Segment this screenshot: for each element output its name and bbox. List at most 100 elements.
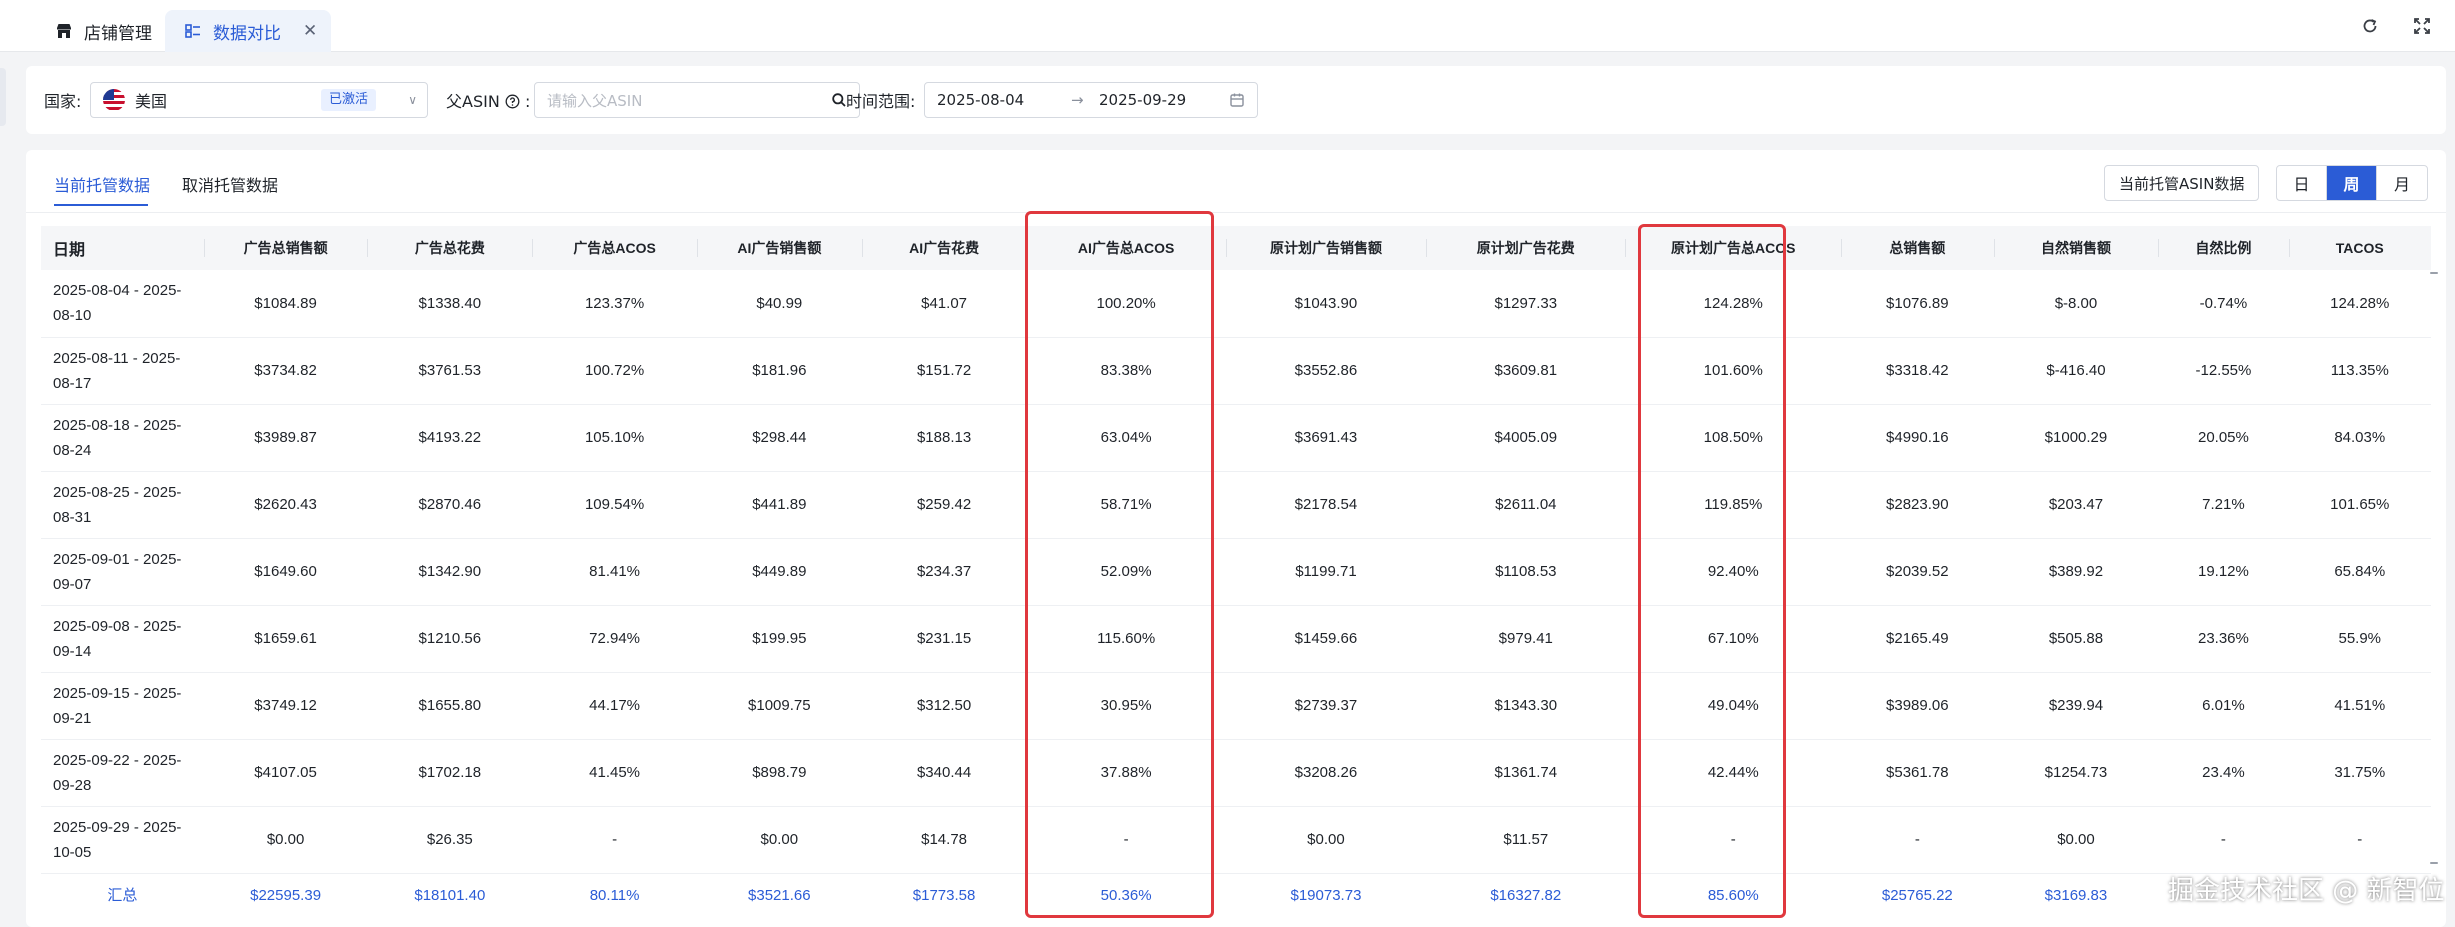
summary-cell: $1773.58 [912,886,976,904]
refresh-icon[interactable] [2358,14,2382,38]
table-row: 2025-08-04 - 2025- 08-10 $1084.89 $1338.40 1… [41,270,2431,338]
country-select[interactable]: 美国 已激活 ∨ [90,82,428,118]
table-cell: $0.00 [1993,806,2159,874]
table-cell: $1361.74 [1426,739,1626,807]
tab-data-compare[interactable]: 数据对比 ✕ [165,10,332,52]
table-cell: $312.50 [861,672,1027,740]
table-cell: $1459.66 [1225,605,1427,673]
date-cell: 2025-09-29 - 2025- 10-05 [41,806,204,874]
table-cell: $1084.89 [203,270,368,338]
date-cell: 2025-08-18 - 2025- 08-24 [41,404,204,472]
table-cell: $2178.54 [1225,471,1427,539]
table-cell: 124.28% [2288,270,2431,338]
table-cell: $3552.86 [1225,337,1427,405]
date-line: 2025-09-01 - 2025- [53,550,182,568]
asin-search-field[interactable]: 请输入父ASIN [534,82,860,118]
table-cell: 84.03% [2288,404,2431,472]
column-header: 自然销售额 [1993,226,2159,270]
status-badge: 已激活 [321,89,377,111]
table-cell: 109.54% [532,471,697,539]
tab-store-management[interactable]: 店铺管理 [36,10,170,52]
table-cell: $14.78 [861,806,1027,874]
table-cell: $298.44 [696,404,862,472]
time-range-label: 时间范围: [846,92,916,111]
table-cell: 23.4% [2158,739,2289,807]
column-header: 原计划广告花费 [1426,226,1626,270]
asin-input[interactable]: 请输入父ASIN [547,90,642,111]
period-day-button[interactable]: 日 [2277,166,2327,200]
calendar-icon [1230,93,1244,107]
table-cell: $3208.26 [1225,739,1427,807]
store-icon [54,21,74,41]
table-cell: $3691.43 [1225,404,1427,472]
table-cell: 100.72% [532,337,697,405]
period-month-button[interactable]: 月 [2377,166,2427,200]
date-line: 08-17 [53,374,92,392]
table-cell: 19.12% [2158,538,2289,606]
fullscreen-icon[interactable] [2410,14,2434,38]
date-end[interactable]: 2025-09-29 [1099,91,1186,109]
tab-bar: 店铺管理 数据对比 ✕ [0,0,2455,52]
summary-cell: $3521.66 [748,886,811,904]
table-row: 2025-09-08 - 2025- 09-14 $1659.61 $1210.56 7… [41,605,2431,673]
table-cell: $4005.09 [1426,404,1626,472]
column-header: AI广告花费 [861,226,1027,270]
highlight-plan-acos-column [1638,224,1786,918]
country-value: 美国 [135,92,168,111]
filter-bar: 国家: 美国 已激活 ∨ 父ASIN : 请输入父ASIN 时间范围: 2025… [26,66,2446,134]
scrollbar-up[interactable] [2430,272,2438,274]
table-cell: $-416.40 [1993,337,2159,405]
date-line: 09-07 [53,575,92,593]
country-label: 国家: [44,92,82,111]
table-cell: $231.15 [861,605,1027,673]
close-icon[interactable]: ✕ [303,21,317,41]
table-cell: $0.00 [203,806,368,874]
table-cell: $1649.60 [203,538,368,606]
summary-row: 汇总 $22595.39 $18101.40 80.11% $3521.66 $1773.… [41,873,2431,917]
table-cell: 105.10% [532,404,697,472]
date-line: 08-10 [53,307,92,325]
table-cell: $979.41 [1426,605,1626,673]
date-range-picker[interactable]: 2025-08-04 → 2025-09-29 [924,82,1258,118]
tab-current-hosted[interactable]: 当前托管数据 [54,172,150,196]
date-cell: 2025-08-25 - 2025- 08-31 [41,471,204,539]
date-cell: 2025-08-04 - 2025- 08-10 [41,270,204,338]
period-toggle: 日 周 月 [2276,165,2428,201]
chevron-down-icon: ∨ [408,93,417,107]
help-icon[interactable] [505,94,520,109]
tab-cancelled-hosted[interactable]: 取消托管数据 [182,172,278,196]
date-line: 09-28 [53,776,92,794]
table-cell: $40.99 [696,270,862,338]
table-cell: $2823.90 [1841,471,1994,539]
table-cell: $1076.89 [1841,270,1994,338]
table-row: 2025-08-11 - 2025- 08-17 $3734.82 $3761.53 1… [41,337,2431,405]
scrollbar-down[interactable] [2430,862,2438,864]
data-table: 日期 广告总销售额 广告总花费 广告总ACOS AI广告销售额 AI广告花费 A… [41,226,2431,917]
search-icon[interactable] [831,92,847,108]
table-row: 2025-09-29 - 2025- 10-05 $0.00 $26.35- $0.00… [41,806,2431,874]
table-cell: 6.01% [2158,672,2289,740]
table-cell: $234.37 [861,538,1027,606]
date-line: 10-05 [53,843,92,861]
table-row: 2025-08-18 - 2025- 08-24 $3989.87 $4193.22 1… [41,404,2431,472]
asin-label: 父ASIN : [446,92,531,111]
summary-cell: $18101.40 [414,886,486,904]
table-cell: $151.72 [861,337,1027,405]
table-cell: $3318.42 [1841,337,1994,405]
table-cell: $3609.81 [1426,337,1626,405]
table-cell: $5361.78 [1841,739,1994,807]
tab-label: 店铺管理 [84,23,152,44]
us-flag-icon [103,89,125,111]
column-header: TACOS [2288,226,2431,270]
table-cell: $2039.52 [1841,538,1994,606]
column-header: AI广告销售额 [696,226,862,270]
period-week-button[interactable]: 周 [2327,166,2377,200]
active-tab-indicator [54,204,148,206]
table-cell: $441.89 [696,471,862,539]
table-cell: $2739.37 [1225,672,1427,740]
date-start[interactable]: 2025-08-04 [937,91,1024,109]
table-cell: $199.95 [696,605,862,673]
table-cell: $4107.05 [203,739,368,807]
hosted-asin-button[interactable]: 当前托管ASIN数据 [2104,165,2260,201]
table-cell: $1655.80 [367,672,533,740]
